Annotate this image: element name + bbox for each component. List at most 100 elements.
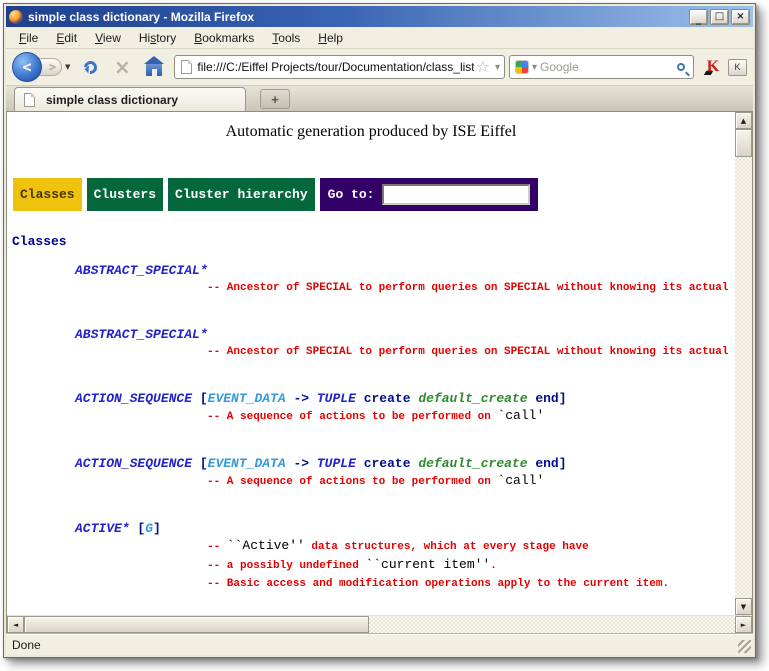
code-token: `call'	[497, 473, 544, 488]
goto-input[interactable]	[382, 184, 530, 205]
code-token: -- a possibly undefined	[207, 560, 365, 572]
maximize-button[interactable]: □	[710, 9, 729, 25]
class-comment: -- A sequence of actions to be performed…	[207, 407, 735, 426]
class-entry: ACTIVE* [G]-- ``Active'' data structures…	[7, 520, 735, 593]
kaspersky-letter: K	[707, 58, 719, 75]
class-entry: ABSTRACT_SPECIAL* -- Ancestor of SPECIAL …	[7, 262, 735, 297]
url-dropdown-icon[interactable]: ▾	[495, 62, 500, 73]
code-token: [	[192, 391, 208, 406]
browser-viewport: Automatic generation produced by ISE Eif…	[6, 112, 753, 634]
tab-label: simple class dictionary	[46, 93, 178, 107]
status-bar: Done	[6, 634, 753, 655]
code-token: G	[145, 521, 153, 536]
back-icon: <	[22, 58, 31, 76]
vertical-scroll-thumb[interactable]	[735, 129, 752, 157]
class-link[interactable]: ABSTRACT_SPECIAL*	[75, 263, 208, 278]
code-token: end]	[528, 391, 567, 406]
virtual-keyboard-button[interactable]: K	[728, 59, 747, 76]
google-icon[interactable]	[515, 60, 529, 74]
reload-icon	[81, 58, 99, 76]
code-token: create	[356, 456, 418, 471]
scroll-right-button[interactable]: ►	[735, 616, 752, 633]
code-token: ->	[286, 391, 317, 406]
code-token: -- Ancestor of SPECIAL to perform querie…	[207, 282, 735, 294]
class-link[interactable]: ACTION_SEQUENCE	[75, 391, 192, 406]
class-entry: ABSTRACT_SPECIAL* -- Ancestor of SPECIAL …	[7, 326, 735, 361]
close-button[interactable]: ×	[731, 9, 750, 25]
menu-bar: FileEditViewHistoryBookmarksToolsHelp	[6, 27, 753, 49]
code-token: end]	[528, 456, 567, 471]
class-comment: -- Ancestor of SPECIAL to perform querie…	[207, 279, 735, 297]
horizontal-scrollbar[interactable]: ◄ ►	[7, 615, 752, 633]
scroll-up-icon: ▲	[741, 117, 746, 125]
code-token: -- Ancestor of SPECIAL to perform querie…	[207, 346, 735, 358]
menu-bookmarks[interactable]: Bookmarks	[185, 28, 263, 48]
page-nav-row: ClassesClustersCluster hierarchy Go to:	[13, 178, 735, 211]
scroll-up-button[interactable]: ▲	[735, 112, 752, 129]
menu-help[interactable]: Help	[309, 28, 352, 48]
scroll-down-button[interactable]: ▼	[735, 598, 752, 615]
goto-label: Go to:	[328, 187, 375, 202]
class-link[interactable]: TUPLE	[317, 391, 356, 406]
page-button-cluster-hierarchy[interactable]: Cluster hierarchy	[168, 178, 315, 211]
class-comment: -- A sequence of actions to be performed…	[207, 472, 735, 491]
code-token: create	[356, 391, 418, 406]
scroll-right-icon: ►	[741, 621, 746, 629]
search-box[interactable]: ▾	[509, 55, 694, 79]
code-token: `call'	[497, 408, 544, 423]
menu-view[interactable]: View	[86, 28, 130, 48]
history-dropdown[interactable]: ▼	[65, 63, 70, 71]
code-token: -- A sequence of actions to be performed…	[207, 476, 497, 488]
section-title: Classes	[12, 234, 735, 249]
new-tab-button[interactable]: +	[260, 89, 290, 109]
vertical-scroll-track[interactable]	[735, 157, 752, 598]
minimize-button[interactable]: _	[689, 9, 708, 25]
code-token: [	[192, 456, 208, 471]
title-bar: simple class dictionary - Mozilla Firefo…	[6, 6, 753, 27]
menu-file[interactable]: File	[10, 28, 47, 48]
code-token: default_create	[418, 456, 527, 471]
search-input[interactable]	[537, 60, 677, 74]
menu-tools[interactable]: Tools	[263, 28, 309, 48]
url-bar[interactable]: file:///C:/Eiffel Projects/tour/Document…	[174, 55, 505, 79]
bookmark-star-icon[interactable]: ☆	[476, 59, 490, 75]
back-button[interactable]: <	[12, 52, 42, 82]
stop-icon: ×	[114, 57, 131, 77]
close-icon: ×	[736, 12, 744, 22]
search-icon[interactable]	[677, 63, 685, 71]
class-link[interactable]: ABSTRACT_SPECIAL*	[75, 327, 208, 342]
url-text[interactable]: file:///C:/Eiffel Projects/tour/Document…	[197, 60, 473, 74]
home-button[interactable]	[141, 54, 167, 80]
class-comment: -- a possibly undefined ``current item''…	[207, 556, 735, 575]
goto-box: Go to:	[320, 178, 539, 211]
code-token: -- A sequence of actions to be performed…	[207, 411, 497, 423]
tab-bar: simple class dictionary +	[6, 86, 753, 112]
class-link[interactable]: ACTIVE*	[75, 521, 130, 536]
window-title: simple class dictionary - Mozilla Firefo…	[28, 10, 687, 24]
resize-grip[interactable]	[738, 640, 751, 653]
site-identity-icon[interactable]	[181, 60, 192, 74]
menu-history[interactable]: History	[130, 28, 185, 48]
code-token: [	[130, 521, 146, 536]
forward-icon: >	[49, 60, 56, 74]
class-entries: ABSTRACT_SPECIAL* -- Ancestor of SPECIAL …	[7, 262, 735, 615]
page-button-clusters[interactable]: Clusters	[87, 178, 163, 211]
kaspersky-icon[interactable]: K	[704, 58, 722, 76]
code-token: data structures, which at every stage ha…	[305, 541, 589, 553]
menu-edit[interactable]: Edit	[47, 28, 86, 48]
stop-button[interactable]: ×	[109, 54, 135, 80]
class-signature: ABSTRACT_SPECIAL*	[75, 326, 735, 343]
class-signature: ABSTRACT_SPECIAL*	[75, 262, 735, 279]
vertical-scrollbar[interactable]: ▲ ▼	[735, 112, 752, 615]
reload-button[interactable]	[77, 54, 103, 80]
class-link[interactable]: TUPLE	[317, 456, 356, 471]
horizontal-scroll-track[interactable]	[369, 616, 735, 633]
new-tab-icon: +	[271, 92, 279, 107]
horizontal-scroll-thumb[interactable]	[24, 616, 369, 633]
page-button-classes[interactable]: Classes	[13, 178, 82, 211]
tab-simple-class-dictionary[interactable]: simple class dictionary	[14, 87, 246, 111]
code-token: default_create	[418, 391, 527, 406]
class-link[interactable]: ACTION_SEQUENCE	[75, 456, 192, 471]
firefox-icon	[9, 10, 23, 24]
scroll-left-button[interactable]: ◄	[7, 616, 24, 633]
